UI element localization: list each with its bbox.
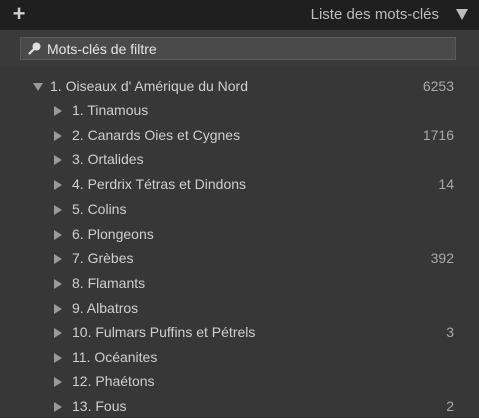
tree-row[interactable]: 9. Albatros [0,296,479,320]
tree-row-label: 13. Fous [72,398,127,414]
tree-row-label: 12. Phaétons [72,373,155,389]
search-area [0,30,479,67]
tree-row[interactable]: 3. Ortalides [0,147,479,171]
tree-row-label: 10. Fulmars Puffins et Pétrels [72,324,256,340]
tree-row-label: 7. Grèbes [72,250,134,266]
tree-row-count: 1716 [422,127,454,143]
collapsed-triangle-icon[interactable] [54,180,62,190]
tree-row-label: 8. Flamants [72,275,146,291]
collapsed-triangle-icon[interactable] [54,131,62,141]
tree-row-label: 6. Plongeons [72,226,154,242]
tree-row-label: 1. Tinamous [72,102,149,118]
tree-row[interactable]: 5. Colins [0,197,479,221]
collapsed-triangle-icon[interactable] [54,304,62,314]
collapsed-triangle-icon[interactable] [54,254,62,264]
tree-row-label: 3. Ortalides [72,151,144,167]
tree-row[interactable]: 7. Grèbes 392 [0,246,479,270]
tree-row[interactable]: 10. Fulmars Puffins et Pétrels 3 [0,320,479,344]
collapsed-triangle-icon[interactable] [54,353,62,363]
collapsed-triangle-icon[interactable] [54,230,62,240]
search-icon [28,42,41,55]
tree-row-count: 2 [446,398,454,414]
keyword-filter-box[interactable] [20,37,456,60]
tree-row-label: 1. Oiseaux d' Amérique du Nord [50,78,249,94]
tree-row-label: 5. Colins [72,201,127,217]
tree-row[interactable]: 11. Océanites [0,345,479,369]
tree-row-count: 6253 [422,78,454,94]
tree-row[interactable]: 13. Fous 2 [0,394,479,418]
tree-row-count: 14 [438,176,454,192]
collapsed-triangle-icon[interactable] [54,328,62,338]
tree-row-label: 4. Perdrix Tétras et Dindons [72,176,247,192]
collapsed-triangle-icon[interactable] [54,377,62,387]
tree-row[interactable]: 12. Phaétons [0,369,479,393]
keyword-list-panel: + Liste des mots-clés 1. Oiseaux d' Amér… [0,0,479,417]
tree-row-label: 2. Canards Oies et Cygnes [72,127,241,143]
tree-row[interactable]: 1. Tinamous [0,98,479,122]
collapsed-triangle-icon[interactable] [54,106,62,116]
panel-header[interactable]: + Liste des mots-clés [0,0,479,30]
keyword-filter-input[interactable] [47,38,447,59]
tree-row[interactable]: 4. Perdrix Tétras et Dindons 14 [0,172,479,196]
tree-row[interactable]: 2. Canards Oies et Cygnes 1716 [0,123,479,147]
tree-row[interactable]: 8. Flamants [0,271,479,295]
collapsed-triangle-icon[interactable] [54,402,62,412]
tree-row-count: 392 [430,250,454,266]
expanded-triangle-icon[interactable] [33,83,43,91]
tree-row-count: 3 [446,324,454,340]
tree-row-label: 11. Océanites [72,349,158,365]
tree-row[interactable]: 6. Plongeons [0,222,479,246]
collapse-triangle-icon[interactable] [456,9,468,20]
keyword-tree: 1. Oiseaux d' Amérique du Nord 6253 1. T… [0,67,479,417]
add-keyword-button[interactable]: + [8,3,30,25]
collapsed-triangle-icon[interactable] [54,205,62,215]
tree-row-label: 9. Albatros [72,300,139,316]
collapsed-triangle-icon[interactable] [54,155,62,165]
tree-row-root[interactable]: 1. Oiseaux d' Amérique du Nord 6253 [0,74,479,98]
panel-title: Liste des mots-clés [310,6,439,23]
collapsed-triangle-icon[interactable] [54,279,62,289]
